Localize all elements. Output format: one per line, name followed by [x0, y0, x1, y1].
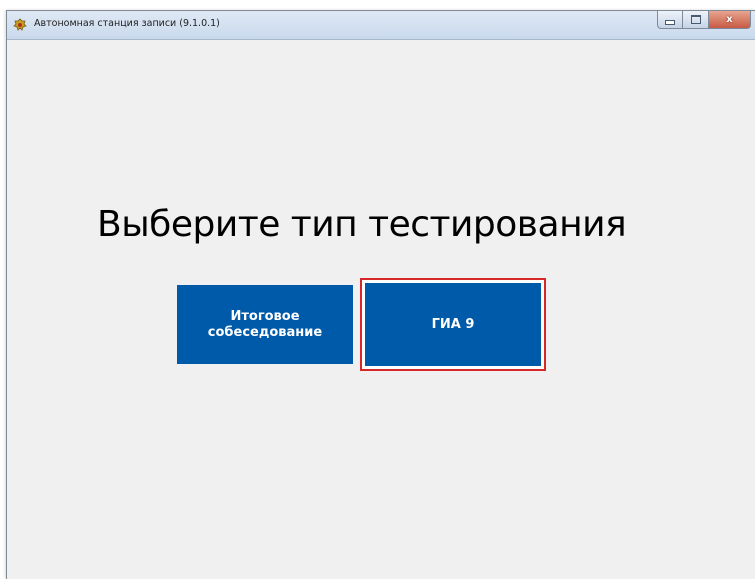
final-interview-button-label: Итоговое собеседование — [207, 308, 323, 340]
window-title: Автономная станция записи (9.1.0.1) — [34, 18, 220, 29]
maximize-icon — [690, 15, 701, 24]
close-icon: x — [726, 14, 733, 25]
close-button[interactable]: x — [709, 11, 751, 29]
window-controls: x — [657, 11, 751, 29]
app-emblem-icon — [13, 18, 27, 31]
client-area: Выберите тип тестирования Итоговое собес… — [7, 40, 755, 579]
minimize-button[interactable] — [657, 11, 683, 29]
page-title: Выберите тип тестирования — [97, 204, 627, 245]
gia9-button[interactable]: ГИА 9 — [365, 283, 541, 366]
gia9-button-label: ГИА 9 — [431, 316, 475, 332]
title-bar[interactable]: Автономная станция записи (9.1.0.1) x — [7, 11, 755, 40]
minimize-icon — [665, 20, 675, 25]
app-window: Автономная станция записи (9.1.0.1) x Вы… — [6, 10, 755, 579]
final-interview-button[interactable]: Итоговое собеседование — [177, 285, 353, 364]
maximize-button[interactable] — [683, 11, 709, 29]
